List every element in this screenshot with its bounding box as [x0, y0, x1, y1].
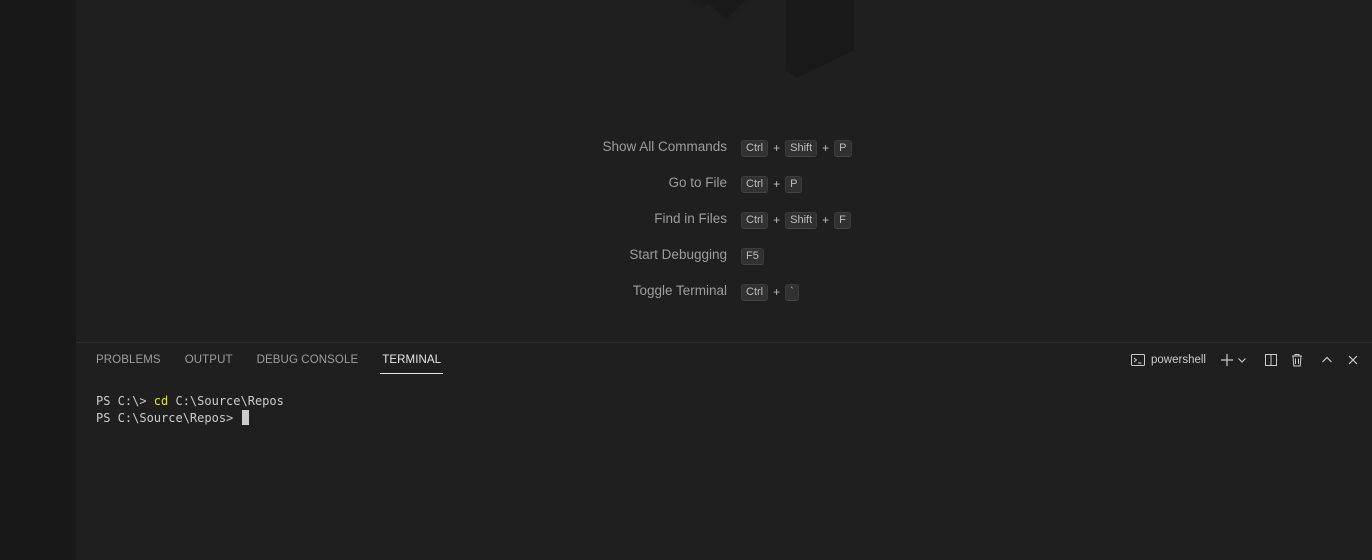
vscode-window: Show All Commands Ctrl + Shift + P Go to… [0, 0, 1372, 560]
keybinding: Ctrl + Shift + P [741, 137, 852, 159]
shortcut-label: Find in Files [654, 211, 727, 226]
split-terminal-button[interactable] [1262, 351, 1280, 369]
terminal-prompt: PS C:\Source\Repos> [96, 411, 241, 425]
shortcut-row-toggle-terminal[interactable]: Toggle Terminal Ctrl + ` [76, 281, 1372, 303]
editor-empty-state: Show All Commands Ctrl + Shift + P Go to… [76, 0, 1372, 342]
terminal-output[interactable]: PS C:\> cd C:\Source\Repos PS C:\Source\… [96, 393, 284, 427]
key-separator: + [822, 141, 830, 155]
key: Shift [785, 139, 818, 157]
shortcut-label: Start Debugging [629, 247, 727, 262]
key-separator: + [773, 213, 781, 227]
split-icon [1265, 354, 1277, 366]
plus-icon [1221, 354, 1233, 366]
bottom-panel: PROBLEMS OUTPUT DEBUG CONSOLE TERMINAL p… [76, 342, 1372, 560]
key-separator: + [773, 285, 781, 299]
key: Ctrl [741, 283, 769, 301]
close-panel-button[interactable] [1344, 351, 1362, 369]
tab-terminal[interactable]: TERMINAL [380, 343, 444, 377]
terminal-icon [1131, 354, 1146, 366]
key: F [834, 211, 851, 229]
key: Ctrl [741, 139, 769, 157]
shortcut-row-show-all-commands[interactable]: Show All Commands Ctrl + Shift + P [76, 137, 1372, 159]
key: P [785, 175, 803, 193]
terminal-line: PS C:\Source\Repos> [96, 410, 284, 427]
shortcut-row-go-to-file[interactable]: Go to File Ctrl + P [76, 173, 1372, 195]
tab-debug-console[interactable]: DEBUG CONSOLE [257, 343, 359, 377]
terminal-dropdown-button[interactable] [1236, 351, 1248, 369]
key-separator: + [773, 177, 781, 191]
shortcut-label: Show All Commands [602, 139, 727, 154]
terminal-prompt: PS C:\> [96, 394, 154, 408]
terminal-name-label: powershell [1151, 354, 1206, 366]
terminal-selector[interactable]: powershell [1130, 352, 1206, 368]
key-separator: + [822, 213, 830, 227]
keybinding: Ctrl + ` [741, 281, 799, 303]
terminal-argument: C:\Source\Repos [168, 394, 284, 408]
keybinding: F5 [741, 245, 764, 267]
trash-icon [1292, 354, 1302, 367]
terminal-cursor [241, 410, 249, 425]
chevron-up-icon [1322, 356, 1332, 363]
close-icon [1348, 355, 1358, 365]
tab-problems[interactable]: PROBLEMS [96, 343, 161, 377]
panel-tab-bar: PROBLEMS OUTPUT DEBUG CONSOLE TERMINAL [96, 343, 465, 377]
shortcut-row-start-debugging[interactable]: Start Debugging F5 [76, 245, 1372, 267]
maximize-panel-button[interactable] [1318, 351, 1336, 369]
key: Shift [785, 211, 818, 229]
keybinding: Ctrl + Shift + F [741, 209, 851, 231]
kill-terminal-button[interactable] [1288, 351, 1306, 369]
terminal-command: cd [153, 394, 169, 408]
key: Ctrl [741, 211, 769, 229]
tab-output[interactable]: OUTPUT [185, 343, 233, 377]
panel-actions: powershell [1130, 343, 1362, 377]
key: P [834, 139, 852, 157]
key: F5 [741, 247, 764, 265]
shortcut-row-find-in-files[interactable]: Find in Files Ctrl + Shift + F [76, 209, 1372, 231]
shortcut-label: Go to File [668, 175, 727, 190]
terminal-line: PS C:\> cd C:\Source\Repos [96, 393, 284, 410]
new-terminal-button[interactable] [1218, 351, 1236, 369]
vscode-logo-watermark-icon [691, 0, 854, 78]
activity-bar [0, 0, 76, 560]
key: Ctrl [741, 175, 769, 193]
key: ` [785, 283, 799, 301]
key-separator: + [773, 141, 781, 155]
keybinding: Ctrl + P [741, 173, 803, 195]
shortcut-label: Toggle Terminal [632, 283, 727, 298]
chevron-down-icon [1238, 358, 1246, 363]
